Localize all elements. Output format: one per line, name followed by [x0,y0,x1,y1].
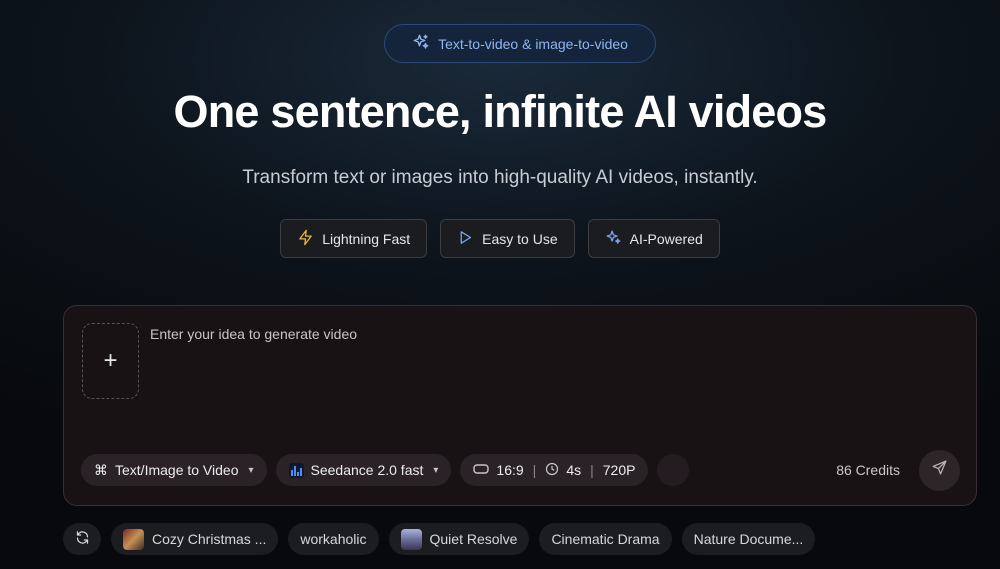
suggestion-chip[interactable]: Quiet Resolve [388,523,530,555]
suggestion-label: Cozy Christmas ... [152,531,267,547]
extra-option-button[interactable] [657,454,690,486]
image-upload-button[interactable]: + [82,323,139,399]
aspect-ratio-icon [473,462,490,478]
suggestion-chip[interactable]: Nature Docume... [681,523,816,555]
plus-icon: + [103,347,118,374]
suggestion-label: Nature Docume... [693,531,804,547]
clock-icon [545,462,559,479]
suggestion-chip[interactable]: Cinematic Drama [539,523,672,555]
command-icon: ⌘ [94,461,108,478]
mode-select[interactable]: ⌘ Text/Image to Video ▾ [81,454,267,486]
video-settings-button[interactable]: 16:9 | 4s | 720P [460,454,649,486]
prompt-composer: + ⌘ Text/Image to Video ▾ Seedance 2.0 f… [63,305,977,506]
sparkles-icon [412,33,430,54]
feature-label: Lightning Fast [322,230,411,247]
play-icon [457,229,474,249]
separator: | [590,462,594,478]
suggestion-label: Cinematic Drama [551,531,660,547]
feature-label: Easy to Use [482,230,558,247]
model-label: Seedance 2.0 fast [310,462,424,478]
sparkles-icon [605,229,622,249]
suggestion-chip[interactable]: workaholic [288,523,379,555]
feature-label: AI-Powered [629,230,703,247]
prompt-suggestions: Cozy Christmas ... workaholic Quiet Reso… [63,523,816,555]
feature-ai-powered: AI-Powered [587,219,720,258]
send-button[interactable] [919,449,960,491]
page-subtitle: Transform text or images into high-quali… [242,167,758,188]
page-title: One sentence, infinite AI videos [173,86,828,137]
model-select[interactable]: Seedance 2.0 fast ▾ [275,454,452,486]
refresh-suggestions-button[interactable] [63,523,101,555]
feature-lightning-fast: Lightning Fast [280,219,428,258]
lightning-icon [297,229,314,249]
feature-list: Lightning Fast Easy to Use AI-Powered [0,219,1000,258]
suggestion-label: workaholic [300,531,367,547]
model-logo-icon [288,462,304,478]
suggestion-label: Quiet Resolve [429,531,518,547]
chevron-down-icon: ▾ [433,464,439,476]
suggestion-thumbnail [123,528,144,550]
prompt-input[interactable] [150,326,950,406]
chevron-down-icon: ▾ [248,464,254,476]
send-icon [931,459,948,481]
duration-value: 4s [566,462,582,478]
resolution-value: 720P [602,462,636,478]
credits-count: 86 Credits [836,462,900,478]
refresh-icon [75,530,90,548]
composer-toolbar: ⌘ Text/Image to Video ▾ Seedance 2.0 fas… [81,449,960,491]
badge-label: Text-to-video & image-to-video [438,35,628,52]
aspect-ratio-value: 16:9 [496,462,524,478]
separator: | [532,462,537,478]
suggestion-thumbnail [400,528,422,550]
mode-badge: Text-to-video & image-to-video [384,24,656,63]
suggestion-chip[interactable]: Cozy Christmas ... [111,523,279,555]
feature-easy-to-use: Easy to Use [440,219,575,258]
mode-label: Text/Image to Video [115,462,239,478]
